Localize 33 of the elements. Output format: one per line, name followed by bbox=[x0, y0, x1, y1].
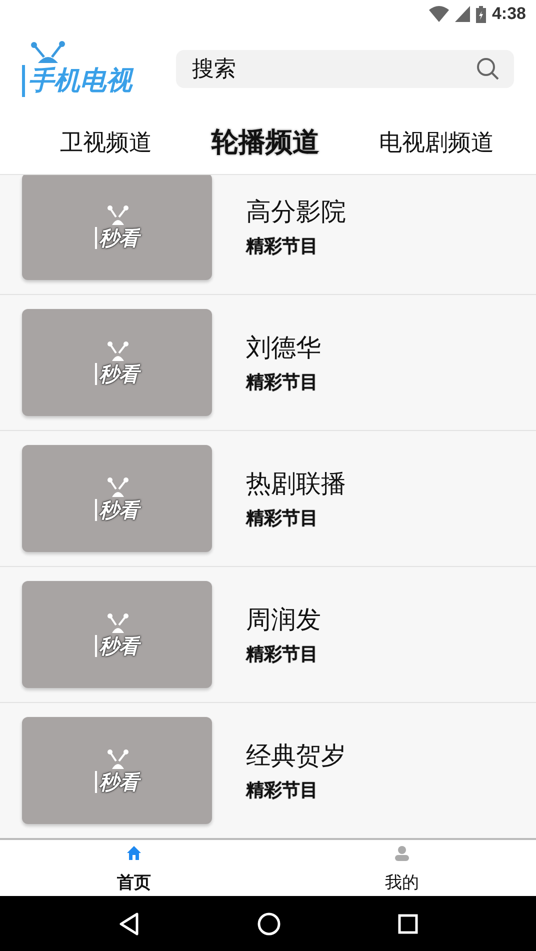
thumbnail-logo: 秒看 bbox=[95, 226, 139, 248]
wifi-icon bbox=[428, 6, 449, 22]
channel-tab[interactable]: 轮播频道 bbox=[212, 124, 320, 160]
thumbnail-logo: 秒看 bbox=[95, 498, 139, 520]
app-logo: 手机电视 bbox=[22, 65, 132, 97]
back-icon[interactable] bbox=[118, 912, 140, 936]
channel-title[interactable]: 经典贺岁 bbox=[246, 739, 346, 772]
antenna-icon bbox=[28, 41, 68, 63]
thumbnail-logo: 秒看 bbox=[95, 362, 139, 384]
search-icon[interactable] bbox=[476, 57, 500, 81]
battery-icon bbox=[476, 6, 486, 22]
channel-title[interactable]: 热剧联播 bbox=[246, 467, 346, 500]
nav-tab[interactable]: 我的 bbox=[268, 840, 536, 896]
channel-title[interactable]: 高分影院 bbox=[246, 195, 346, 228]
channel-title[interactable]: 刘德华 bbox=[246, 331, 321, 364]
home-icon bbox=[126, 845, 142, 861]
status-time: 4:38 bbox=[492, 4, 526, 24]
channel-subtitle: 精彩节目 bbox=[246, 371, 319, 394]
channel-subtitle: 精彩节目 bbox=[246, 235, 319, 258]
home-circle-icon[interactable] bbox=[256, 912, 281, 936]
channel-subtitle: 精彩节目 bbox=[246, 643, 319, 666]
person-icon bbox=[394, 845, 410, 861]
channel-tab[interactable]: 电视剧频道 bbox=[379, 126, 494, 158]
channel-subtitle: 精彩节目 bbox=[246, 779, 319, 802]
thumbnail-logo: 秒看 bbox=[95, 770, 139, 792]
channel-tab[interactable]: 卫视频道 bbox=[60, 126, 152, 158]
thumbnail-logo: 秒看 bbox=[95, 634, 139, 656]
signal-icon bbox=[454, 6, 470, 22]
nav-tab[interactable]: 首页 bbox=[0, 840, 268, 896]
channel-title[interactable]: 周润发 bbox=[246, 603, 321, 636]
recents-icon[interactable] bbox=[398, 914, 418, 934]
channel-subtitle: 精彩节目 bbox=[246, 507, 319, 530]
search-field[interactable]: 搜索 bbox=[176, 50, 514, 88]
